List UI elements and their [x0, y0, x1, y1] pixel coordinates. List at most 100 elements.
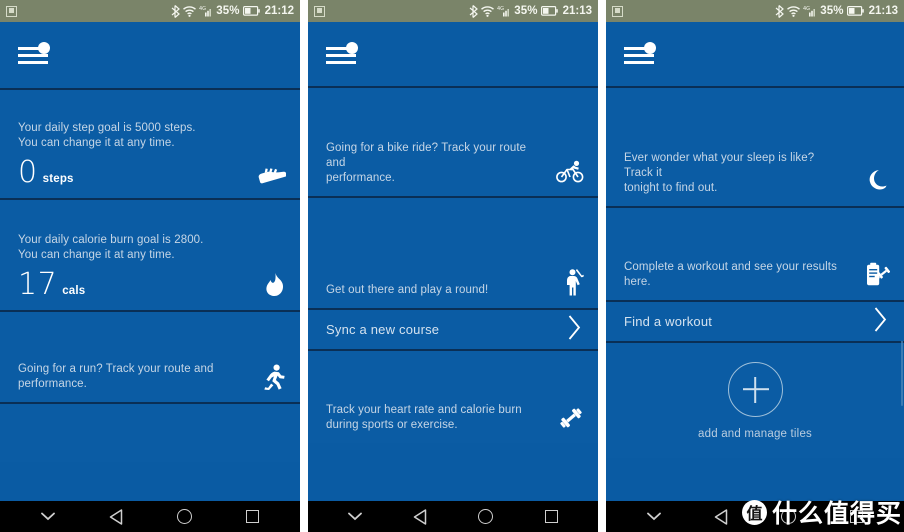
- chevron-right-icon: [873, 306, 888, 337]
- bike-desc-line1: Going for a bike ride? Track your route …: [326, 142, 527, 169]
- back-triangle-icon[interactable]: [407, 506, 433, 528]
- clipboard-workout-icon: [864, 262, 890, 288]
- battery-icon: [242, 6, 260, 16]
- steps-tile[interactable]: Your daily step goal is 5000 steps. You …: [0, 88, 300, 198]
- screen-gap-2: [598, 0, 606, 532]
- dumbbell-icon: [558, 405, 584, 431]
- menu-dot: [644, 42, 656, 54]
- exercise-tile[interactable]: Track your heart rate and calorie burn d…: [308, 349, 598, 443]
- tile-list: Going for a bike ride? Track your route …: [308, 86, 598, 498]
- sleep-tile[interactable]: Ever wonder what your sleep is like? Tra…: [606, 86, 904, 206]
- status-bar: 4G 35% 21:12: [0, 0, 300, 22]
- home-circle-icon[interactable]: [776, 506, 802, 528]
- status-bar-left: [314, 5, 325, 17]
- crescent-moon-icon: [868, 168, 890, 194]
- sleep-desc-line2: tonight to find out.: [624, 182, 718, 194]
- add-tiles-label: add and manage tiles: [698, 427, 812, 440]
- signal-icon: 4G: [199, 5, 213, 17]
- steps-desc-line1: Your daily step goal is 5000 steps.: [18, 122, 196, 134]
- battery-percent: 35%: [820, 5, 844, 17]
- run-desc-line1: Going for a run? Track your route and: [18, 363, 214, 375]
- wifi-icon: [787, 5, 801, 17]
- running-shoe-icon: [256, 160, 286, 186]
- bluetooth-icon: [171, 4, 181, 18]
- status-bar: 4G 35% 21:13: [606, 0, 904, 22]
- hamburger-menu-icon[interactable]: [624, 42, 658, 68]
- app-bar: [308, 22, 598, 86]
- sleep-tile-text: Ever wonder what your sleep is like? Tra…: [624, 151, 845, 196]
- steps-desc-line2: You can change it at any time.: [18, 137, 175, 149]
- workout-tile-text: Complete a workout and see your results …: [624, 260, 837, 290]
- status-bar: 4G 35% 21:13: [308, 0, 598, 22]
- screen-gap-1: [300, 0, 308, 532]
- hamburger-menu-icon[interactable]: [18, 42, 52, 68]
- steps-metric: 0 steps: [18, 158, 196, 188]
- status-bar-left: [6, 5, 17, 17]
- status-bar-left: [612, 5, 623, 17]
- battery-icon: [540, 6, 558, 16]
- run-tile-text: Going for a run? Track your route and pe…: [18, 362, 213, 392]
- home-circle-icon[interactable]: [473, 506, 499, 528]
- exercise-desc-line1: Track your heart rate and calorie burn: [326, 404, 522, 416]
- tile-list: Ever wonder what your sleep is like? Tra…: [606, 86, 904, 498]
- status-bar-right: 4G 35% 21:12: [171, 4, 294, 18]
- bike-tile-text: Going for a bike ride? Track your route …: [326, 141, 540, 186]
- clock-time: 21:13: [868, 5, 898, 17]
- three-screenshot-strip: 4G 35% 21:12 Your daily step goal is 500…: [0, 0, 904, 532]
- svg-text:4G: 4G: [497, 6, 504, 12]
- sync-course-label: Sync a new course: [326, 322, 440, 337]
- plus-circle-icon: [727, 361, 783, 417]
- screenshot-icon: [6, 5, 17, 17]
- tile-list: Your daily step goal is 5000 steps. You …: [0, 88, 300, 498]
- clock-time: 21:13: [562, 5, 592, 17]
- recents-square-icon[interactable]: [843, 506, 869, 528]
- find-workout-row[interactable]: Find a workout: [606, 300, 904, 341]
- screenshot-icon: [314, 5, 325, 17]
- status-bar-right: 4G 35% 21:13: [469, 4, 592, 18]
- run-desc-line2: performance.: [18, 378, 87, 390]
- chevron-down-icon[interactable]: [35, 506, 61, 528]
- signal-icon: 4G: [803, 5, 817, 17]
- sleep-desc-line1: Ever wonder what your sleep is like? Tra…: [624, 152, 815, 179]
- bluetooth-icon: [775, 4, 785, 18]
- android-nav-bar: [0, 498, 300, 532]
- calories-desc-line1: Your daily calorie burn goal is 2800.: [18, 234, 204, 246]
- workout-desc-line1: Complete a workout and see your results: [624, 261, 837, 273]
- calories-tile[interactable]: Your daily calorie burn goal is 2800. Yo…: [0, 198, 300, 310]
- golf-desc-line1: Get out there and play a round!: [326, 284, 489, 296]
- battery-percent: 35%: [216, 5, 240, 17]
- golf-tile[interactable]: Get out there and play a round!: [308, 196, 598, 308]
- screenshot-icon: [612, 5, 623, 17]
- bike-tile[interactable]: Going for a bike ride? Track your route …: [308, 86, 598, 196]
- back-triangle-icon[interactable]: [103, 506, 129, 528]
- chevron-down-icon[interactable]: [342, 506, 368, 528]
- sync-course-row[interactable]: Sync a new course: [308, 308, 598, 349]
- back-triangle-icon[interactable]: [708, 506, 734, 528]
- svg-text:4G: 4G: [803, 6, 810, 12]
- home-circle-icon[interactable]: [171, 506, 197, 528]
- calories-value: 17: [18, 267, 58, 302]
- clock-time: 21:12: [264, 5, 294, 17]
- recents-square-icon[interactable]: [239, 506, 265, 528]
- exercise-tile-text: Track your heart rate and calorie burn d…: [326, 403, 522, 433]
- workout-tile[interactable]: Complete a workout and see your results …: [606, 206, 904, 300]
- app-bar: [0, 22, 300, 88]
- exercise-desc-line2: during sports or exercise.: [326, 419, 458, 431]
- android-nav-bar: [606, 498, 904, 532]
- calories-desc-line2: You can change it at any time.: [18, 249, 175, 261]
- recents-square-icon[interactable]: [538, 506, 564, 528]
- wifi-icon: [481, 5, 495, 17]
- signal-icon: 4G: [497, 5, 511, 17]
- calories-unit: cals: [62, 285, 86, 297]
- chevron-down-icon[interactable]: [641, 506, 667, 528]
- partial-tile-bottom[interactable]: [0, 402, 300, 462]
- menu-dot: [38, 42, 50, 54]
- calories-tile-text: Your daily calorie burn goal is 2800. Yo…: [18, 233, 203, 300]
- steps-value: 0: [18, 155, 38, 190]
- add-and-manage-tiles-button[interactable]: add and manage tiles: [606, 341, 904, 458]
- hamburger-menu-icon[interactable]: [326, 42, 360, 68]
- app-bar: [606, 22, 904, 86]
- run-tile[interactable]: Going for a run? Track your route and pe…: [0, 310, 300, 402]
- screen-sleep-workout-add: 4G 35% 21:13 Ever wonder what your sleep…: [606, 0, 904, 532]
- svg-text:4G: 4G: [199, 6, 206, 12]
